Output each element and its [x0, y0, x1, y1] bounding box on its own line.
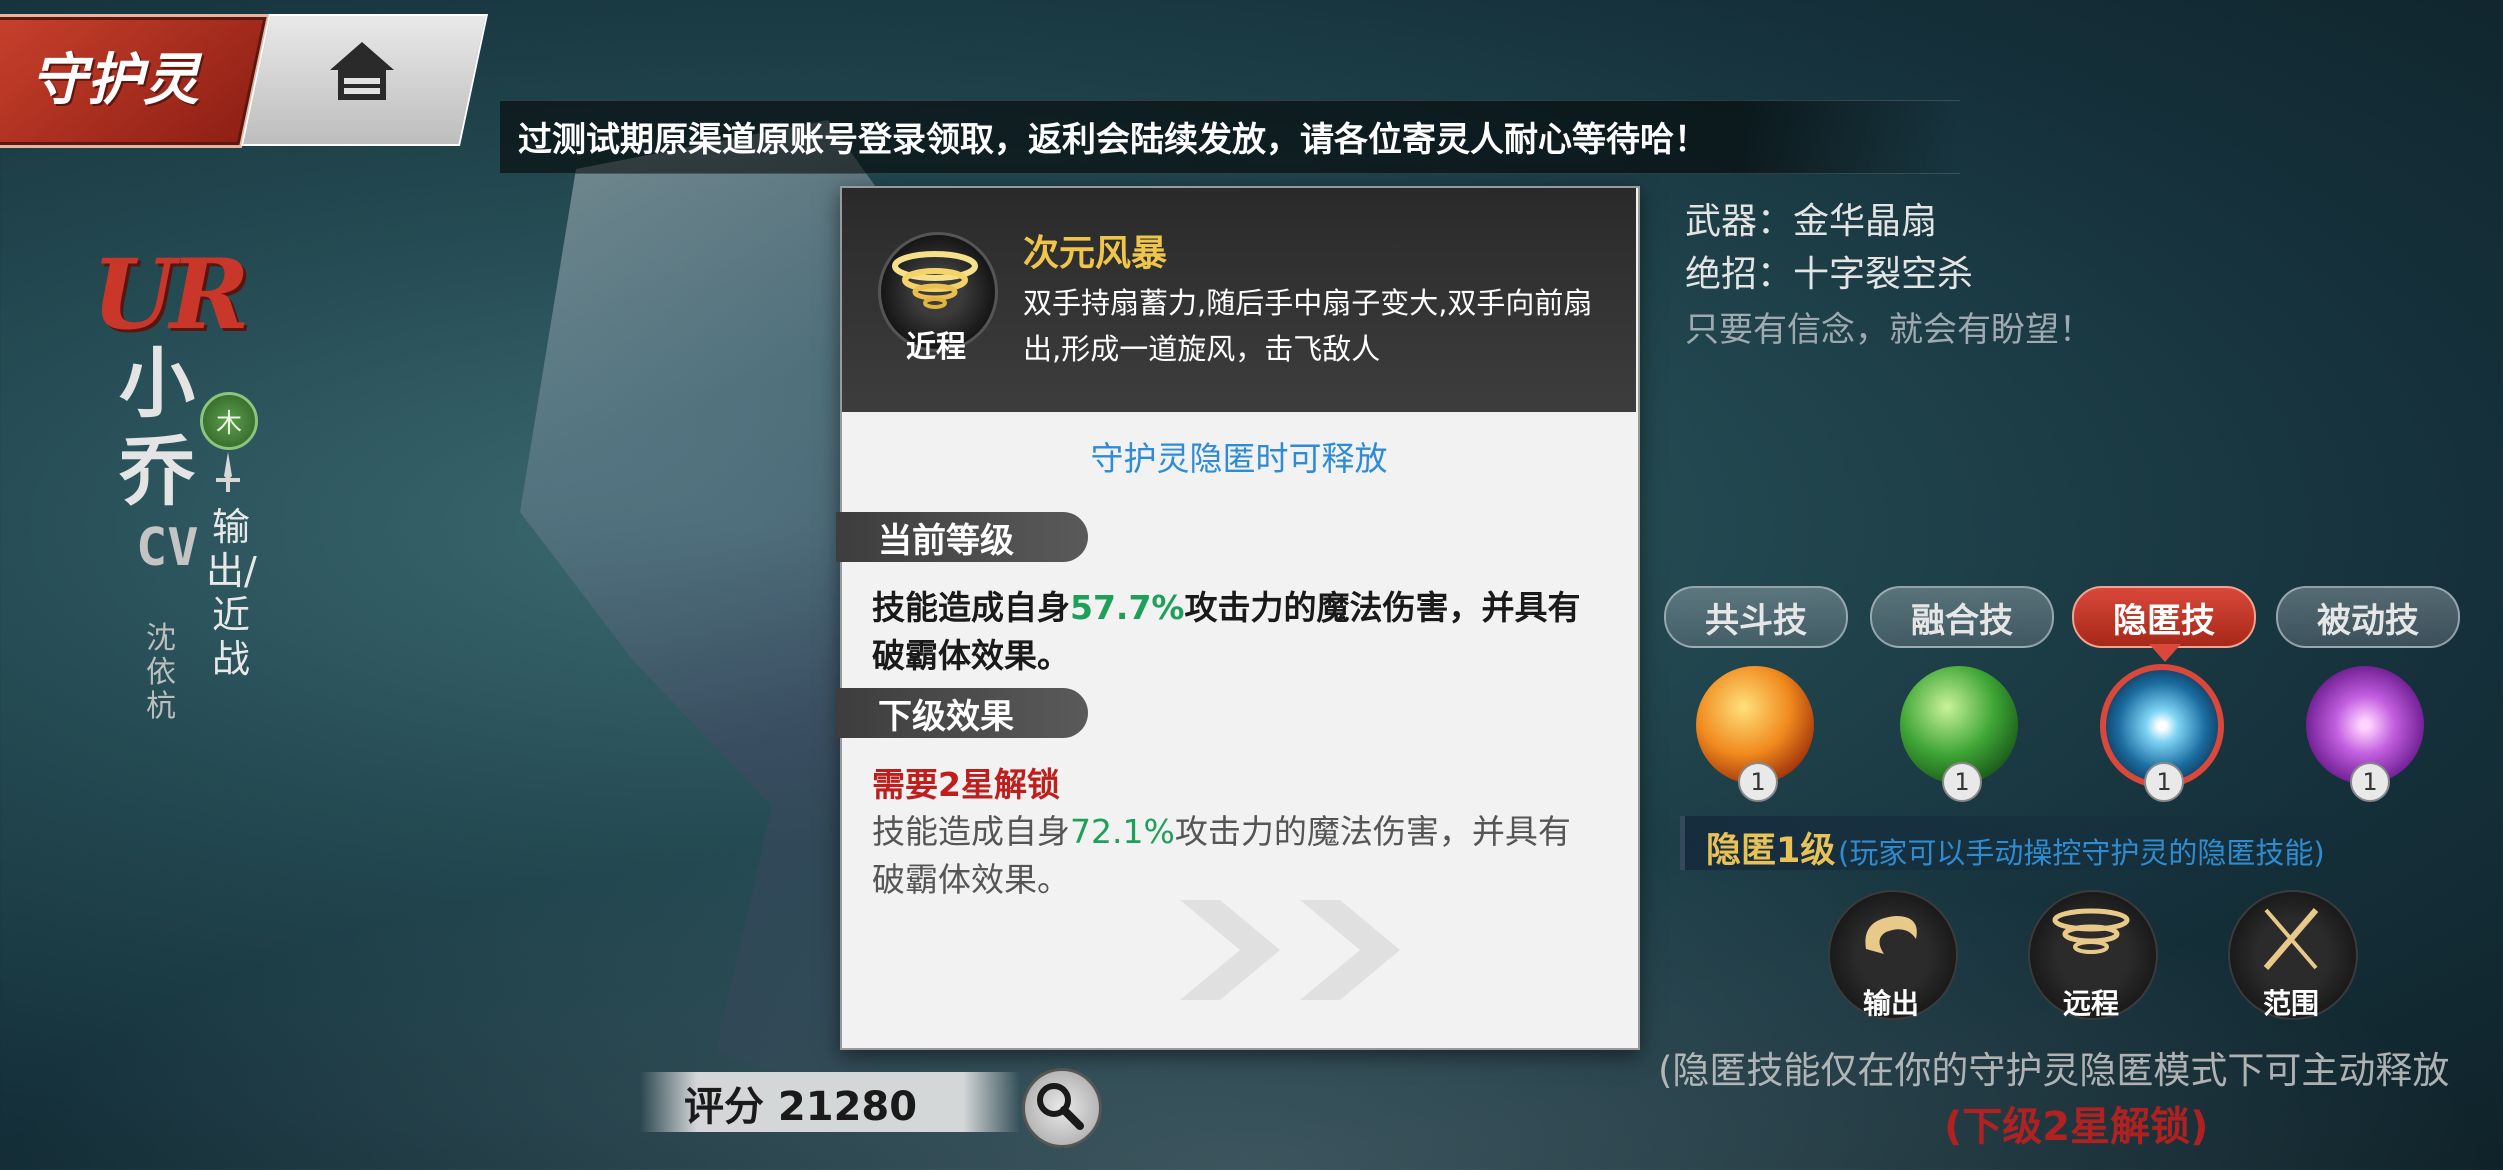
character-motto: 只要有信念，就会有盼望！ — [1685, 310, 2093, 350]
current-damage-percent: 57.7% — [1070, 588, 1185, 627]
current-effect-prefix: 技能造成自身 — [872, 588, 1070, 627]
announcement-text: 过测试期原渠道原账号登录领取，返利会陆续发放，请各位寄灵人耐心等待哈！ — [518, 120, 1708, 160]
home-icon[interactable] — [322, 30, 402, 110]
whirlwind-icon — [2052, 908, 2130, 954]
next-level-unlock-requirement: 需要2星解锁 — [872, 765, 1060, 804]
skill-level-badge: 1 — [2144, 762, 2184, 802]
sword-icon — [216, 452, 240, 492]
whirlwind-icon — [892, 251, 978, 309]
character-name: 小乔 — [119, 339, 195, 516]
next-damage-percent: 72.1% — [1070, 812, 1175, 851]
skill-range-label: 近程 — [906, 330, 966, 365]
skill-description: 双手持扇蓄力,随后手中扇子变大,双手向前扇出,形成一道旋风，击飞敌人 — [1023, 286, 1593, 366]
swirl-icon — [1865, 916, 1917, 954]
skill-condition: 守护灵隐匿时可释放 — [1090, 439, 1388, 478]
skill-tag-label: 范围 — [2262, 987, 2319, 1020]
tab-passive-skill[interactable]: 被动技 — [2276, 586, 2460, 648]
tab-stealth-skill[interactable]: 隐匿技 — [2072, 586, 2256, 648]
cross-blade-icon — [2263, 908, 2319, 970]
current-level-effect: 技能造成自身57.7%攻击力的魔法伤害，并具有破霸体效果。 — [872, 584, 1592, 680]
weapon-info: 武器：金华晶扇 — [1685, 201, 1938, 242]
next-effect-prefix: 技能造成自身 — [872, 812, 1070, 851]
skill-tag-label: 远程 — [2062, 987, 2119, 1020]
element-badge: 木 — [200, 392, 258, 450]
search-icon[interactable] — [1032, 1078, 1086, 1132]
stealth-skill-hint: (隐匿技能仅在你的守护灵隐匿模式下可主动释放 — [1658, 1049, 2450, 1092]
active-tab-pointer — [2149, 644, 2181, 662]
rarity-badge: UR — [92, 238, 249, 351]
cv-label: CV — [136, 518, 199, 578]
character-role: 输出/近战 — [206, 505, 257, 681]
tab-co-op-skill[interactable]: 共斗技 — [1664, 586, 1848, 648]
current-level-tag: 当前等级 — [836, 512, 1088, 562]
tab-fusion-skill[interactable]: 融合技 — [1870, 586, 2054, 648]
skill-level-badge: 1 — [1738, 762, 1778, 802]
skill-tag-label: 输出 — [1862, 987, 1919, 1020]
score-value: 评分 21280 — [684, 1084, 918, 1130]
skill-level-badge: 1 — [2350, 762, 2390, 802]
next-level-unlock-hint: (下级2星解锁) — [1944, 1104, 2209, 1150]
ultimate-info: 绝招：十字裂空杀 — [1685, 254, 1974, 295]
skill-name: 次元风暴 — [1023, 233, 1168, 274]
decorative-chevrons-icon — [1180, 900, 1400, 1000]
game-logo-text: 守护灵 — [31, 46, 199, 113]
stealth-level-note: (玩家可以手动操控守护灵的隐匿技能) — [1838, 836, 2325, 870]
cv-name: 沈依杭 — [146, 621, 176, 724]
next-level-tag: 下级效果 — [836, 688, 1088, 738]
skill-level-badge: 1 — [1942, 762, 1982, 802]
stealth-level-title: 隐匿1级 — [1706, 831, 1836, 871]
